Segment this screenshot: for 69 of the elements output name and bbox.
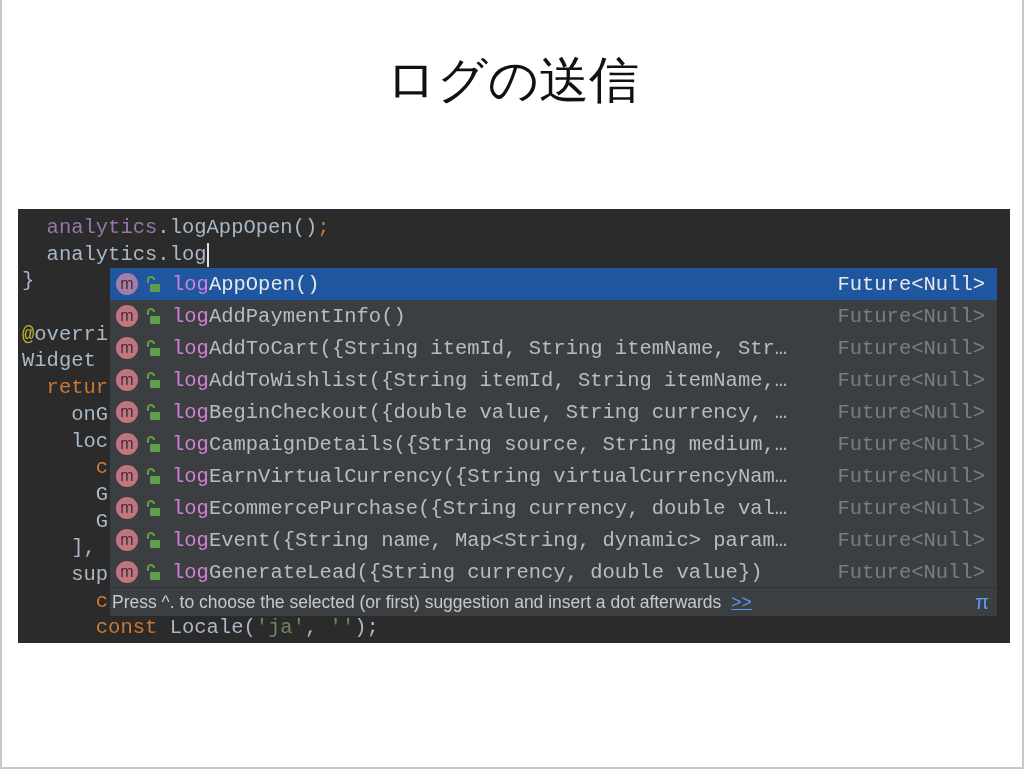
method-icon: m: [116, 465, 138, 487]
return-type: Future<Null>: [837, 272, 985, 296]
suggestion-item[interactable]: m logCampaignDetails({String source, String medium,… Future<Null>: [110, 428, 997, 460]
method-icon: m: [116, 401, 138, 423]
suggestion-name: logAddToCart({String itemId, String itemName, Str…: [172, 336, 789, 360]
suggestion-name: logAddPaymentInfo(): [172, 304, 407, 328]
return-type: Future<Null>: [837, 304, 985, 328]
return-type: Future<Null>: [837, 464, 985, 488]
code-line: const Locale('ja', '');: [94, 615, 379, 642]
suggestion-name: logCampaignDetails({String source, String medium,…: [172, 432, 789, 456]
code-line: G: [94, 508, 109, 535]
method-icon: m: [116, 433, 138, 455]
slide-title: ログの送信: [385, 50, 639, 110]
code-line: c: [94, 588, 109, 615]
lock-icon: [146, 436, 160, 452]
lock-icon: [146, 340, 160, 356]
method-icon: m: [116, 497, 138, 519]
lock-icon: [146, 404, 160, 420]
method-icon: m: [116, 529, 138, 551]
more-link[interactable]: >>: [731, 591, 752, 613]
code-line: onG: [70, 401, 109, 428]
lock-icon: [146, 276, 160, 292]
suggestion-name: logGenerateLead({String currency, double value}): [172, 560, 764, 584]
code-line: Widget: [22, 348, 96, 375]
method-icon: m: [116, 561, 138, 583]
code-line: sup: [70, 561, 109, 588]
method-icon: m: [116, 369, 138, 391]
code-line: retur: [45, 375, 109, 402]
lock-icon: [146, 500, 160, 516]
return-type: Future<Null>: [837, 496, 985, 520]
code-line: }: [22, 268, 35, 295]
return-type: Future<Null>: [837, 336, 985, 360]
suggestion-item[interactable]: m logAddToCart({String itemId, String itemName, Str… Future<Null>: [110, 332, 997, 364]
code-line: ],: [70, 535, 96, 562]
lock-icon: [146, 468, 160, 484]
return-type: Future<Null>: [837, 400, 985, 424]
suggestion-item[interactable]: m logEvent({String name, Map<String, dynamic> param… Future<Null>: [110, 524, 997, 556]
hint-text: Press ^. to choose the selected (or first) suggestion and insert a dot afterwards: [112, 591, 722, 613]
lock-icon: [146, 372, 160, 388]
return-type: Future<Null>: [837, 528, 985, 552]
suggestion-name: logEarnVirtualCurrency({String virtualCurrencyNam…: [172, 464, 789, 488]
method-icon: m: [116, 305, 138, 327]
suggestion-item[interactable]: m logBeginCheckout({double value, String currency, … Future<Null>: [110, 396, 997, 428]
suggestion-name: logBeginCheckout({double value, String currency, …: [172, 400, 789, 424]
lock-icon: [146, 564, 160, 580]
lock-icon: [146, 532, 160, 548]
code-line: G: [94, 481, 109, 508]
code-line: analytics.log: [45, 241, 207, 268]
method-icon: m: [116, 337, 138, 359]
suggestion-name: logAppOpen(): [172, 272, 321, 296]
return-type: Future<Null>: [837, 432, 985, 456]
return-type: Future<Null>: [837, 368, 985, 392]
suggestion-item[interactable]: m logAppOpen() Future<Null>: [110, 268, 997, 300]
code-line: loc: [70, 428, 109, 455]
code-line: c: [94, 455, 109, 482]
lock-icon: [146, 308, 160, 324]
suggestion-item[interactable]: m logEarnVirtualCurrency({String virtualCurrencyNam… Future<Null>: [110, 460, 997, 492]
code-line: @overri: [22, 321, 109, 348]
suggestion-name: logEcommercePurchase({String currency, double val…: [172, 496, 789, 520]
code-line: analytics.logAppOpen();: [45, 215, 330, 241]
suggestion-item[interactable]: m logGenerateLead({String currency, double value}) Future<Null>: [110, 556, 997, 588]
suggestion-item[interactable]: m logEcommercePurchase({String currency, double val… Future<Null>: [110, 492, 997, 524]
suggestion-name: logEvent({String name, Map<String, dynamic> param…: [172, 528, 789, 552]
method-icon: m: [116, 273, 138, 295]
suggestion-item[interactable]: m logAddToWishlist({String itemId, String itemName,… Future<Null>: [110, 364, 997, 396]
suggestion-item[interactable]: m logAddPaymentInfo() Future<Null>: [110, 300, 997, 332]
pi-button[interactable]: π: [975, 590, 989, 614]
return-type: Future<Null>: [837, 560, 985, 584]
suggestion-name: logAddToWishlist({String itemId, String itemName,…: [172, 368, 789, 392]
